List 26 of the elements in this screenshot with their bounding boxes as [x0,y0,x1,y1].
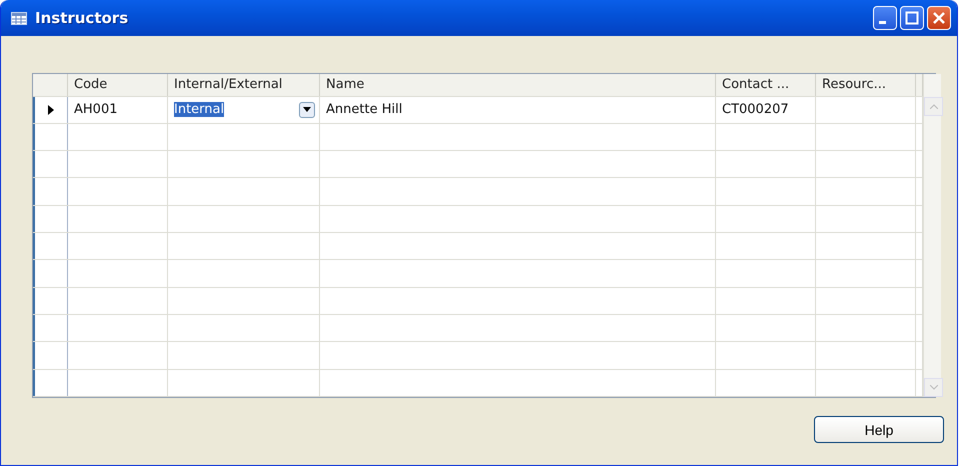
column-header[interactable]: Resourc... [816,74,916,96]
caret-down-icon [303,107,311,112]
column-header[interactable]: Contact ... [716,74,816,96]
table-cell: CT000207 [716,96,816,123]
maximize-icon [905,11,919,25]
close-icon [932,11,946,25]
window-title: Instructors [35,9,130,27]
minimize-button[interactable] [873,6,897,30]
column-header[interactable]: Internal/External [168,74,320,96]
scrollbar[interactable] [923,74,941,397]
close-button[interactable] [927,6,951,30]
chevron-down-icon [930,385,938,390]
minimize-icon [879,20,886,24]
table-cell: AH001 [68,96,168,123]
table-cell[interactable]: Internal [168,96,320,123]
column-header[interactable]: Name [320,74,716,96]
dropdown-button[interactable] [299,102,315,118]
table-icon [11,12,27,24]
cell-value: Internal [174,102,224,118]
current-row-icon [48,104,54,115]
column-header[interactable]: Code [68,74,168,96]
help-button[interactable]: Help [814,416,944,443]
maximize-button[interactable] [900,6,924,30]
chevron-up-icon [930,104,938,109]
table-cell: Annette Hill [320,96,716,123]
row-header[interactable] [33,96,68,123]
